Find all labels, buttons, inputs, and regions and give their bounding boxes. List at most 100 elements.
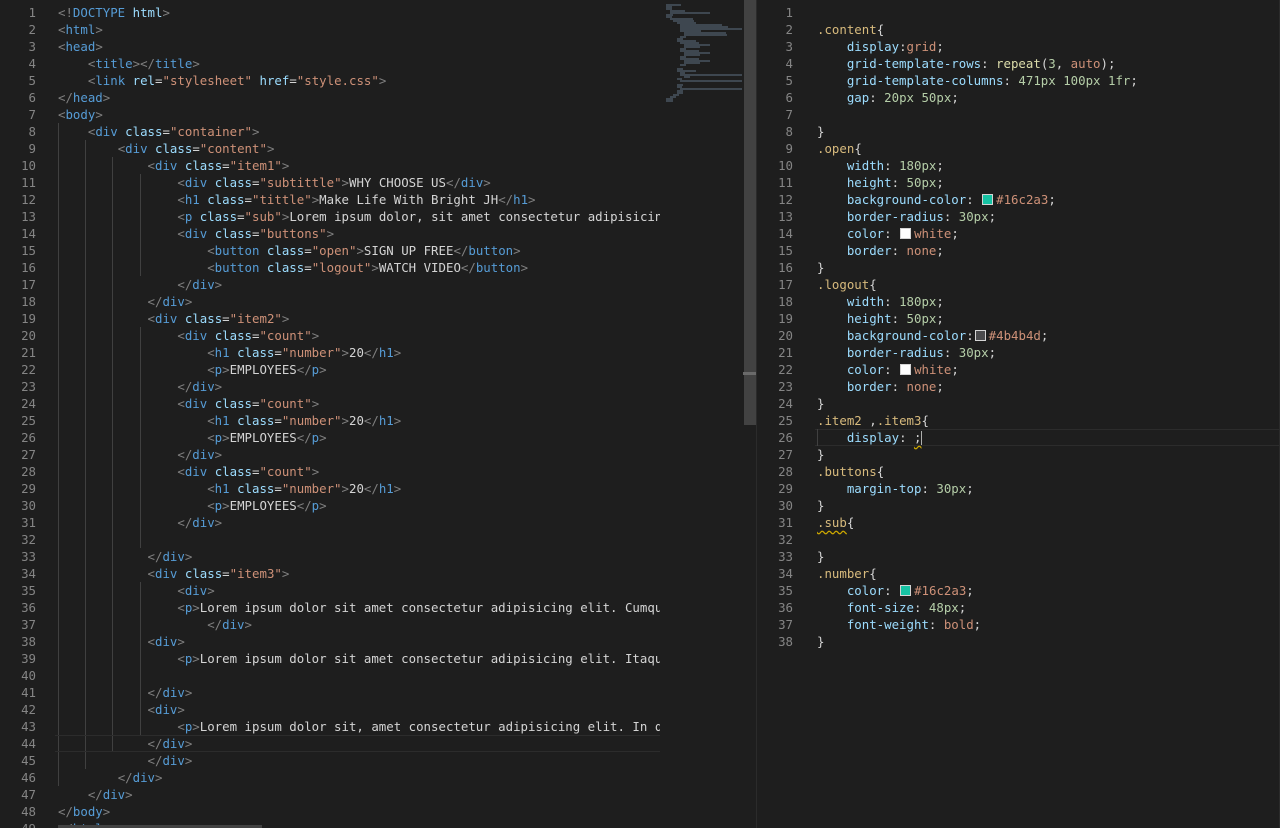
code-line[interactable]: margin-top: 30px;: [817, 480, 974, 497]
code-line[interactable]: </body>: [58, 803, 110, 820]
code-line[interactable]: font-weight: bold;: [817, 616, 981, 633]
code-line[interactable]: <p>Lorem ipsum dolor sit, amet consectet…: [58, 718, 714, 735]
code-line[interactable]: <p>EMPLOYEES</p>: [58, 361, 326, 378]
code-line[interactable]: <html>: [58, 21, 103, 38]
code-line[interactable]: <div class="count">: [58, 395, 319, 412]
code-line[interactable]: }: [817, 497, 824, 514]
code-line[interactable]: width: 180px;: [817, 157, 944, 174]
code-line[interactable]: </div>: [58, 616, 252, 633]
color-swatch-icon[interactable]: [900, 585, 912, 596]
code-line[interactable]: border-radius: 30px;: [817, 344, 996, 361]
line-number: 48: [21, 804, 36, 819]
code-line[interactable]: border: none;: [817, 242, 944, 259]
code-line[interactable]: width: 180px;: [817, 293, 944, 310]
code-line[interactable]: <div class="item3">: [58, 565, 290, 582]
code-line[interactable]: color: white;: [817, 225, 959, 242]
color-swatch-icon[interactable]: [900, 364, 912, 375]
code-line[interactable]: <div>: [58, 701, 185, 718]
code-line[interactable]: <h1 class="number">20</h1>: [58, 344, 401, 361]
line-number: 38: [21, 634, 36, 649]
code-line[interactable]: <p>EMPLOYEES</p>: [58, 429, 326, 446]
code-line[interactable]: color: #16c2a3;: [817, 582, 974, 599]
code-token: ;: [936, 311, 944, 326]
code-line[interactable]: <p>EMPLOYEES</p>: [58, 497, 326, 514]
code-line[interactable]: .open{: [817, 140, 862, 157]
code-line[interactable]: </div>: [58, 684, 193, 701]
code-line[interactable]: }: [817, 446, 824, 463]
code-line[interactable]: }: [817, 259, 824, 276]
code-line[interactable]: </div>: [58, 752, 193, 769]
code-line[interactable]: <div>: [58, 633, 185, 650]
code-line[interactable]: <div class="buttons">: [58, 225, 334, 242]
code-token: class: [266, 243, 305, 258]
code-token: <: [207, 430, 215, 445]
code-line[interactable]: border-radius: 30px;: [817, 208, 996, 225]
code-line[interactable]: background-color: #4b4b4d;: [817, 327, 1049, 344]
code-line[interactable]: <div class="content">: [58, 140, 275, 157]
color-swatch-icon[interactable]: [974, 330, 986, 341]
css-editor-pane[interactable]: 1 2 .content{3 display:grid; 4 grid-templat…: [757, 0, 1280, 828]
code-line[interactable]: <button class="logout">WATCH VIDEO</butt…: [58, 259, 528, 276]
code-line[interactable]: </div>: [58, 276, 222, 293]
code-line[interactable]: <p class="sub">Lorem ipsum dolor, sit am…: [58, 208, 714, 225]
code-line[interactable]: <div class="item2">: [58, 310, 290, 327]
code-line[interactable]: <head>: [58, 38, 103, 55]
code-line[interactable]: height: 50px;: [817, 174, 944, 191]
code-line[interactable]: </div>: [58, 735, 193, 752]
code-line[interactable]: </head>: [58, 89, 110, 106]
code-line[interactable]: color: white;: [817, 361, 959, 378]
code-line[interactable]: grid-template-rows: repeat(3, auto);: [817, 55, 1116, 72]
color-swatch-icon[interactable]: [900, 228, 912, 239]
code-line[interactable]: border: none;: [817, 378, 944, 395]
code-line[interactable]: </div>: [58, 786, 133, 803]
code-line[interactable]: }: [817, 123, 824, 140]
code-line[interactable]: <h1 class="number">20</h1>: [58, 480, 401, 497]
code-line[interactable]: <!DOCTYPE html>: [58, 4, 170, 21]
code-line[interactable]: <div class="item1">: [58, 157, 290, 174]
code-line[interactable]: <div>: [58, 582, 214, 599]
html-editor-pane[interactable]: 1 <!DOCTYPE html> 2 <html> 3 <head> 4 <title><…: [0, 0, 743, 828]
code-line[interactable]: gap: 20px 50px;: [817, 89, 959, 106]
code-line[interactable]: <title></title>: [58, 55, 200, 72]
code-line[interactable]: .content{: [817, 21, 884, 38]
vertical-scrollbar[interactable]: [743, 0, 757, 828]
code-line[interactable]: </div>: [58, 446, 222, 463]
code-line[interactable]: <p>Lorem ipsum dolor sit amet consectetu…: [58, 599, 714, 616]
code-line[interactable]: <h1 class="tittle">Make Life With Bright…: [58, 191, 535, 208]
code-line[interactable]: <div class="subtittle">WHY CHOOSE US</di…: [58, 174, 490, 191]
code-line[interactable]: }: [817, 395, 824, 412]
code-line[interactable]: </div>: [58, 548, 193, 565]
code-token: class: [237, 413, 275, 428]
code-line[interactable]: }: [817, 633, 824, 650]
code-line[interactable]: <body>: [58, 106, 103, 123]
code-line[interactable]: display: ;: [817, 429, 923, 446]
minimap[interactable]: [660, 0, 743, 828]
code-token: >: [177, 634, 185, 649]
code-line[interactable]: height: 50px;: [817, 310, 944, 327]
code-line[interactable]: }: [817, 548, 824, 565]
code-line[interactable]: .sub{: [817, 514, 854, 531]
code-line[interactable]: .number{: [817, 565, 877, 582]
code-line[interactable]: .buttons{: [817, 463, 884, 480]
code-line[interactable]: </div>: [58, 769, 163, 786]
code-line[interactable]: </div>: [58, 293, 193, 310]
code-line[interactable]: <div class="count">: [58, 327, 319, 344]
code-line[interactable]: <h1 class="number">20</h1>: [58, 412, 401, 429]
code-line[interactable]: <div class="container">: [58, 123, 260, 140]
code-line[interactable]: <button class="open">SIGN UP FREE</butto…: [58, 242, 520, 259]
code-line[interactable]: .item2 ,.item3{: [817, 412, 929, 429]
code-line[interactable]: <p>Lorem ipsum dolor sit amet consectetu…: [58, 650, 714, 667]
code-line[interactable]: <div class="count">: [58, 463, 319, 480]
code-line[interactable]: grid-template-columns: 471px 100px 1fr;: [817, 72, 1138, 89]
code-line[interactable]: </div>: [58, 378, 222, 395]
code-token: EMPLOYEES: [229, 430, 297, 445]
code-line[interactable]: display:grid;: [817, 38, 944, 55]
code-line[interactable]: font-size: 48px;: [817, 599, 966, 616]
code-line[interactable]: </div>: [58, 514, 222, 531]
color-swatch-icon[interactable]: [982, 194, 994, 205]
code-line[interactable]: background-color: #16c2a3;: [817, 191, 1056, 208]
code-line[interactable]: .logout{: [817, 276, 877, 293]
code-line[interactable]: <link rel="stylesheet" href="style.css">: [58, 72, 386, 89]
scrollbar-thumb[interactable]: [744, 0, 756, 425]
